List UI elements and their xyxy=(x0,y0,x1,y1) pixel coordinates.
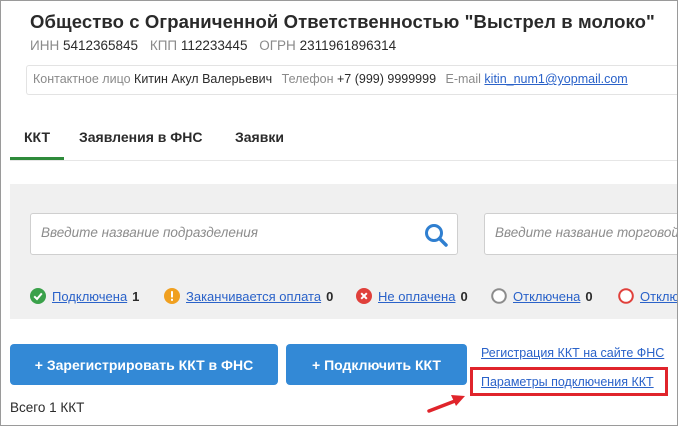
status-connected-count: 1 xyxy=(132,288,140,304)
company-requisites: ИНН 5412365845 КПП 112233445 ОГРН 231196… xyxy=(30,38,404,53)
status-disconnected-red[interactable]: Отклю xyxy=(618,288,678,304)
subdivision-search-input[interactable] xyxy=(41,225,411,240)
contact-person-value: Китин Акул Валерьевич xyxy=(134,72,273,86)
tab-requests[interactable]: Заявки xyxy=(235,129,284,145)
connection-params-link[interactable]: Параметры подключения ККТ xyxy=(481,375,654,389)
kpp-value: 112233445 xyxy=(180,38,248,53)
check-circle-icon xyxy=(30,288,46,304)
pointer-arrow-icon xyxy=(427,395,465,413)
tab-bar: ККТ Заявления в ФНС Заявки xyxy=(10,121,677,161)
app-frame: Общество с Ограниченной Ответственностью… xyxy=(0,0,678,426)
empty-circle-red-icon xyxy=(618,288,634,304)
search-icon[interactable] xyxy=(423,222,449,248)
status-disconnected-label: Отключена xyxy=(513,288,581,304)
status-disconnected-red-label: Отклю xyxy=(640,288,678,304)
phone-label: Телефон xyxy=(281,72,334,86)
phone-value: +7 (999) 9999999 xyxy=(336,72,437,86)
inn-label: ИНН xyxy=(30,38,60,53)
register-kkt-fns-button[interactable]: + Зарегистрировать ККТ в ФНС xyxy=(10,344,278,385)
status-payment-ending-label: Заканчивается оплата xyxy=(186,288,322,304)
subdivision-search xyxy=(30,213,458,255)
email-link[interactable]: kitin_num1@yopmail.com xyxy=(484,72,627,86)
status-disconnected[interactable]: Отключена 0 xyxy=(491,288,593,304)
contact-person-label: Контактное лицо xyxy=(33,72,131,86)
warning-circle-icon xyxy=(164,288,180,304)
fns-register-link[interactable]: Регистрация ККТ на сайте ФНС xyxy=(481,346,664,360)
status-payment-ending[interactable]: Заканчивается оплата 0 xyxy=(164,288,333,304)
tab-fns-applications[interactable]: Заявления в ФНС xyxy=(79,129,202,145)
status-unpaid[interactable]: Не оплачена 0 xyxy=(356,288,468,304)
status-connected[interactable]: Подключена 1 xyxy=(30,288,139,304)
connect-kkt-button[interactable]: + Подключить ККТ xyxy=(286,344,467,385)
filter-panel: Подключена 1 Заканчивается оплата 0 Не о… xyxy=(10,184,678,319)
company-title: Общество с Ограниченной Ответственностью… xyxy=(30,11,655,32)
ogrn-label: ОГРН xyxy=(259,38,296,53)
x-circle-icon xyxy=(356,288,372,304)
status-payment-ending-count: 0 xyxy=(326,288,334,304)
ogrn-value: 2311961896314 xyxy=(299,38,397,53)
status-connected-label: Подключена xyxy=(52,288,128,304)
contact-bar: Контактное лицо Китин Акул Валерьевич Те… xyxy=(26,65,677,95)
status-unpaid-label: Не оплачена xyxy=(378,288,456,304)
inn-value: 5412365845 xyxy=(62,38,139,53)
total-kkt-count: Всего 1 ККТ xyxy=(10,400,85,415)
trade-point-search xyxy=(484,213,677,255)
trade-point-search-input[interactable] xyxy=(495,225,677,240)
status-disconnected-count: 0 xyxy=(585,288,593,304)
tab-kkt[interactable]: ККТ xyxy=(10,129,64,160)
status-unpaid-count: 0 xyxy=(460,288,468,304)
email-label: E-mail xyxy=(445,72,481,86)
kpp-label: КПП xyxy=(149,38,178,53)
empty-circle-icon xyxy=(491,288,507,304)
